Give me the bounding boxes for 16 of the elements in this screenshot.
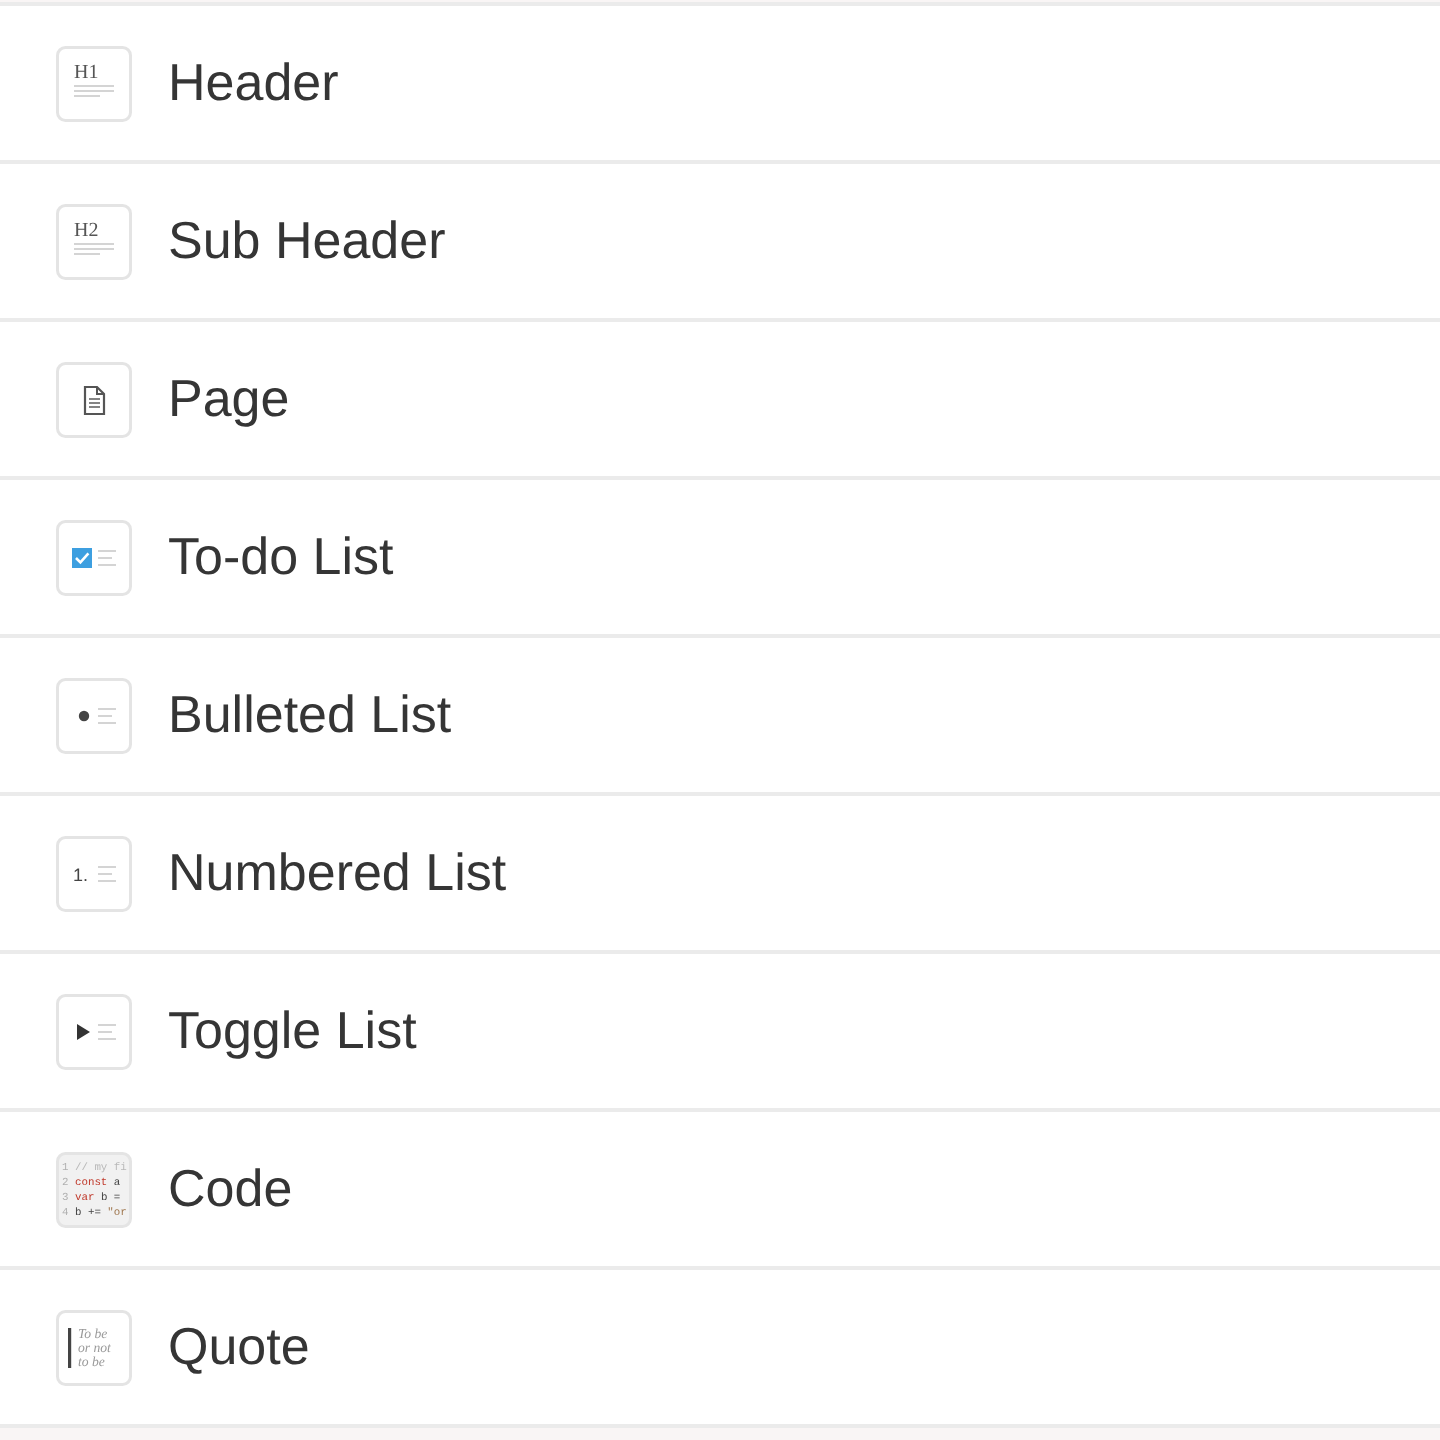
- checkbox-list-icon: [56, 519, 132, 595]
- heading-icon: H2: [56, 203, 132, 279]
- block-type-label: To-do List: [168, 526, 394, 588]
- block-type-label: Bulleted List: [168, 684, 452, 746]
- heading-icon: H1: [56, 45, 132, 121]
- block-type-label: Header: [168, 52, 339, 114]
- block-type-label: Toggle List: [168, 1000, 417, 1062]
- block-type-label: Sub Header: [168, 210, 446, 272]
- bullet-list-icon: [56, 677, 132, 753]
- block-type-label: Code: [168, 1158, 293, 1220]
- block-type-label: Numbered List: [168, 842, 507, 904]
- document-icon: [56, 361, 132, 437]
- toggle-list-icon: [56, 993, 132, 1069]
- block-type-label: Quote: [168, 1316, 310, 1378]
- block-type-label: Page: [168, 368, 290, 430]
- numbered-list-icon: 1.: [56, 835, 132, 911]
